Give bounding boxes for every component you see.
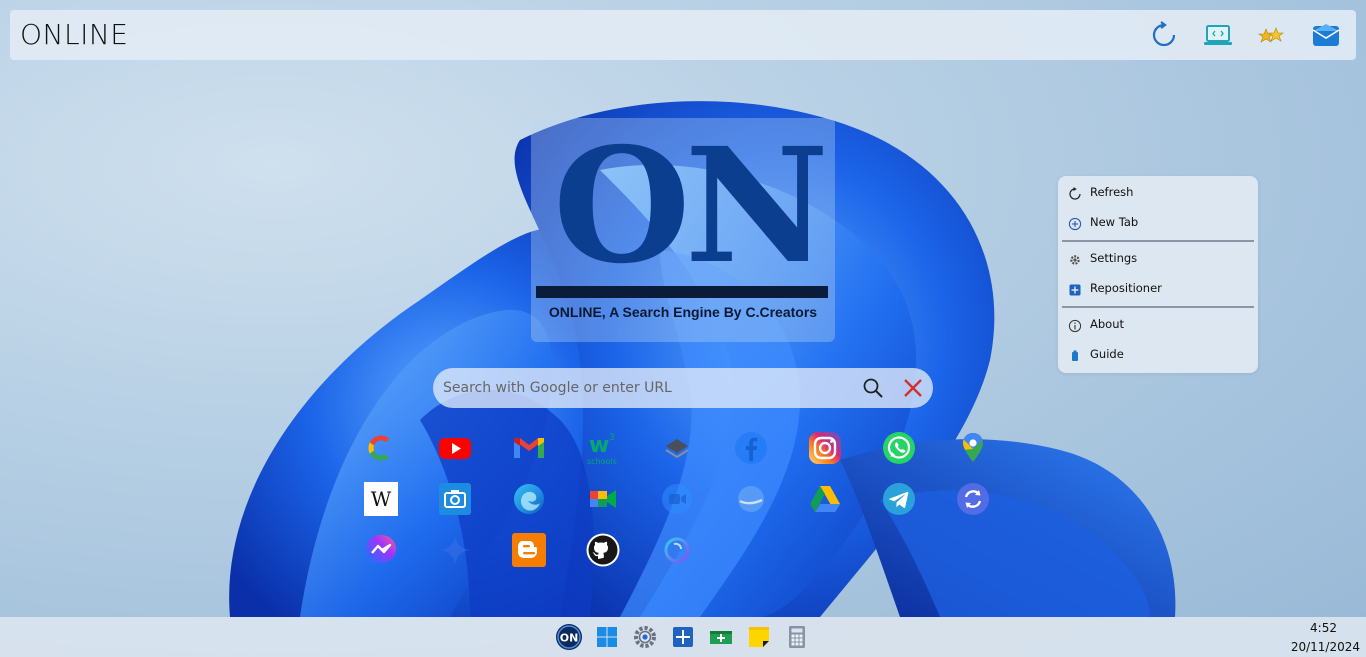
menu-item-label: Guide [1090,347,1124,361]
zoom-icon[interactable] [659,481,695,517]
menu-item-settings[interactable]: Settings [1066,247,1250,271]
logo-card: ON ONLINE, A Search Engine By C.Creators [531,118,835,342]
gemini-icon[interactable] [437,532,473,568]
refresh-icon [1068,186,1082,200]
menu-item-label: About [1090,317,1125,331]
info-icon [1068,318,1082,333]
settings-gear-icon[interactable] [631,623,659,651]
calculator-icon[interactable] [783,623,811,651]
taskbar: ON 4:52 20/11/2024 [0,617,1366,657]
add-app-icon[interactable] [707,623,735,651]
clock-date[interactable]: 20/11/2024 [1291,640,1360,654]
windows-start-icon[interactable] [593,623,621,651]
menu-item-repositioner[interactable]: Repositioner [1066,277,1250,301]
google-earth-icon[interactable] [733,481,769,517]
messenger-icon[interactable] [363,532,399,568]
search-bar [433,368,933,408]
whatsapp-icon[interactable] [881,430,917,466]
clock-time[interactable]: 4:52 [1310,621,1337,635]
menu-item-label: Repositioner [1090,281,1162,295]
youtube-icon[interactable] [437,430,473,466]
logo-tagline: ONLINE, A Search Engine By C.Creators [548,304,818,320]
top-bar: ONLINE [10,10,1356,60]
layers-icon[interactable] [659,430,695,466]
w3schools-icon[interactable]: w 3 schools [585,430,621,466]
guide-icon [1068,348,1082,362]
logo-underline [536,286,828,298]
edge-icon[interactable] [511,481,547,517]
instagram-icon[interactable] [807,430,843,466]
menu-divider [1062,306,1254,308]
repositioner-app-icon[interactable] [669,623,697,651]
menu-item-guide[interactable]: Guide [1066,343,1250,367]
search-icon[interactable] [861,376,885,400]
google-icon[interactable] [363,430,399,466]
menu-item-label: Settings [1090,251,1138,265]
context-menu: Refresh New Tab Settings Repositioner Ab… [1058,176,1258,373]
taskbar-online-logo[interactable]: ON [555,623,583,651]
code-laptop-icon[interactable] [1202,19,1234,51]
wikipedia-icon[interactable]: W [363,481,399,517]
google-meet-icon[interactable] [585,481,621,517]
github-icon[interactable] [585,532,621,568]
gear-icon [1068,252,1082,266]
sync-icon[interactable] [955,481,991,517]
telegram-icon[interactable] [881,481,917,517]
repositioner-icon [1068,282,1082,296]
menu-item-new-tab[interactable]: New Tab [1066,211,1250,235]
facebook-icon[interactable] [733,430,769,466]
menu-item-label: Refresh [1090,185,1134,199]
menu-divider [1062,240,1254,242]
wikipedia-letter: W [371,487,392,511]
gmail-icon[interactable] [511,430,547,466]
sticky-notes-icon[interactable] [745,623,773,651]
refresh-icon[interactable] [1148,19,1180,51]
blogger-icon[interactable] [511,532,547,568]
menu-item-about[interactable]: About [1066,313,1250,337]
svg-text:3: 3 [609,433,615,443]
menu-item-refresh[interactable]: Refresh [1066,181,1250,205]
menu-item-label: New Tab [1090,215,1139,229]
taskbar-logo-text: ON [560,632,579,645]
svg-text:w: w [589,433,609,458]
google-maps-icon[interactable] [955,430,991,466]
logo-letters: ON [553,114,829,299]
google-drive-icon[interactable] [807,481,843,517]
copilot-icon[interactable] [659,532,695,568]
mail-icon[interactable] [1310,19,1342,51]
close-icon[interactable] [901,376,925,400]
plus-circle-icon [1068,216,1082,231]
camera-icon[interactable] [437,481,473,517]
search-input[interactable] [443,376,843,400]
w3schools-label: schools [587,457,617,466]
app-title: ONLINE [20,18,129,51]
stars-icon[interactable] [1256,19,1288,51]
